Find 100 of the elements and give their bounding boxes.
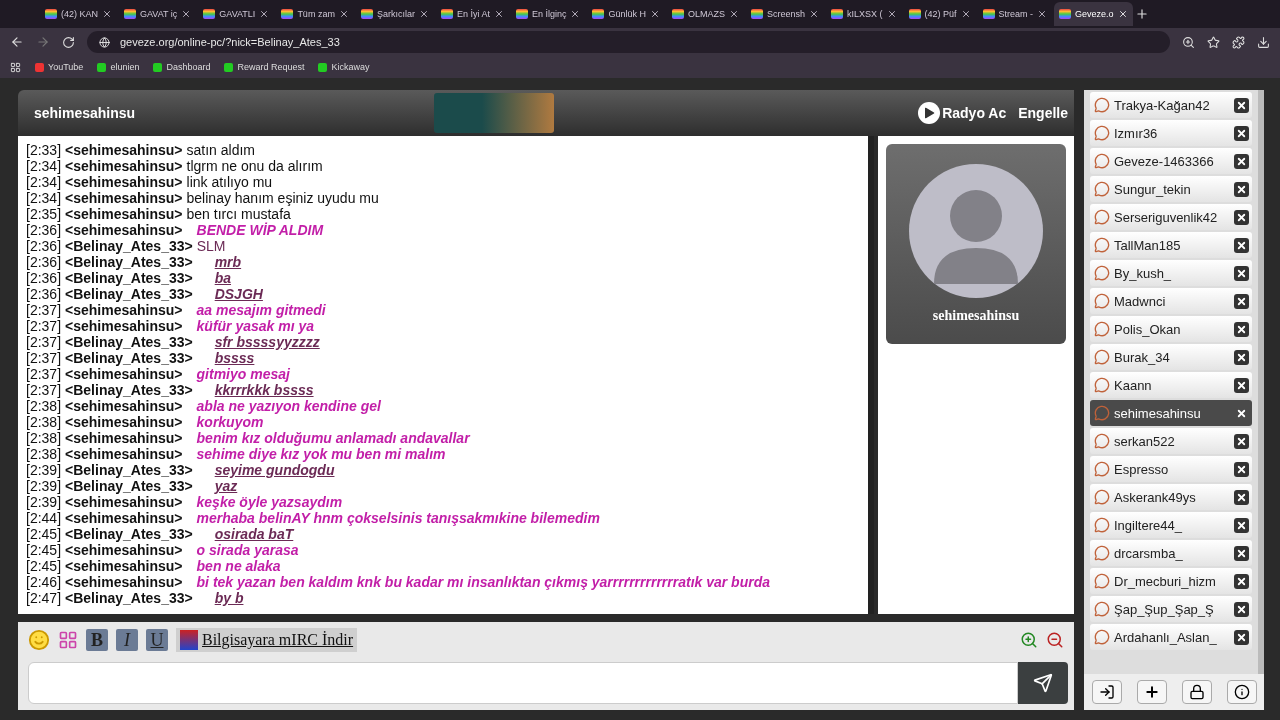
address-bar[interactable]: geveze.org/online-pc/?nick=Belinay_Ates_33 [87, 31, 1170, 53]
close-icon[interactable] [1234, 97, 1249, 113]
close-icon[interactable] [650, 9, 660, 19]
star-icon[interactable] [1207, 35, 1220, 49]
close-icon[interactable] [809, 9, 820, 19]
format-button[interactable]: B [86, 629, 108, 651]
header-link[interactable]: Engelle [1018, 105, 1068, 121]
browser-tab[interactable]: Screensh [746, 2, 825, 26]
close-icon[interactable] [102, 9, 112, 19]
close-icon[interactable] [1234, 349, 1249, 365]
browser-tab[interactable]: (42) KAN [40, 2, 117, 26]
close-icon[interactable] [181, 9, 192, 19]
bookmark[interactable]: YouTube [35, 62, 84, 72]
format-button[interactable]: I [116, 629, 138, 651]
close-icon[interactable] [1234, 517, 1249, 533]
browser-tab[interactable]: Geveze.o [1054, 2, 1133, 26]
user-item[interactable]: Kaann [1090, 372, 1252, 398]
browser-tab[interactable]: Günlük H [587, 2, 665, 26]
apps-icon[interactable] [10, 61, 21, 73]
new-tab-icon[interactable] [1134, 7, 1149, 21]
user-item[interactable]: Dr_mecburi_hizm [1090, 568, 1252, 594]
browser-tab[interactable]: kILXSX ( [826, 2, 902, 26]
close-icon[interactable] [1234, 601, 1249, 617]
add-button[interactable] [1136, 680, 1167, 704]
close-icon[interactable] [1234, 153, 1249, 169]
close-icon[interactable] [1234, 293, 1249, 309]
zoom-icon[interactable] [1182, 35, 1195, 49]
chat-bubble-icon [1094, 573, 1110, 589]
info-button[interactable] [1226, 680, 1257, 704]
bookmark[interactable]: Kickaway [318, 62, 370, 72]
user-item[interactable]: Ingiltere44_ [1090, 512, 1252, 538]
close-icon[interactable] [1234, 321, 1249, 337]
user-item[interactable]: serkan522 [1090, 428, 1252, 454]
browser-tab[interactable]: En İyi At [435, 2, 509, 26]
user-item[interactable]: Askerank49ys [1090, 484, 1252, 510]
user-item[interactable]: Sungur_tekin [1090, 176, 1252, 202]
close-icon[interactable] [1117, 9, 1128, 19]
lock-button[interactable] [1181, 680, 1212, 704]
close-icon[interactable] [338, 9, 349, 19]
bookmark[interactable]: Dashboard [153, 62, 211, 72]
close-icon[interactable] [570, 9, 581, 19]
close-icon[interactable] [729, 9, 739, 19]
forward-icon[interactable] [36, 35, 50, 49]
zoom-out-icon[interactable] [1046, 631, 1064, 649]
close-icon[interactable] [1037, 9, 1048, 19]
user-item[interactable]: drcarsmba_ [1090, 540, 1252, 566]
close-icon[interactable] [1234, 125, 1249, 141]
close-icon[interactable] [1234, 433, 1249, 449]
back-icon[interactable] [10, 35, 24, 49]
browser-tab[interactable]: En İlginç [510, 2, 586, 26]
close-icon[interactable] [1234, 181, 1249, 197]
user-item[interactable]: Geveze-1463366 [1090, 148, 1252, 174]
message-text: DSJGH [214, 286, 263, 302]
user-item[interactable]: Serseriguvenlik42 [1090, 204, 1252, 230]
header-link[interactable]: Radyo Ac [918, 102, 1007, 124]
close-icon[interactable] [259, 9, 270, 19]
browser-tab[interactable]: GAVAT iç [119, 2, 197, 26]
zoom-in-icon[interactable] [1020, 631, 1038, 649]
close-icon[interactable] [1234, 573, 1249, 589]
user-item[interactable]: Trakya-Kağan42 [1090, 92, 1252, 118]
close-icon[interactable] [1234, 377, 1249, 393]
ad-banner[interactable] [434, 93, 554, 133]
mirc-download-link[interactable]: Bilgisayara mIRC İndir [176, 628, 358, 652]
browser-tab[interactable]: Stream - [977, 2, 1053, 26]
color-grid-icon[interactable] [58, 630, 78, 650]
browser-tab[interactable]: OLMAZS [667, 2, 744, 26]
close-icon[interactable] [886, 9, 897, 19]
download-icon[interactable] [1257, 35, 1270, 49]
format-button[interactable]: U [146, 629, 168, 651]
user-item[interactable]: Izmır36 [1090, 120, 1252, 146]
user-item[interactable]: Madwnci [1090, 288, 1252, 314]
bookmark[interactable]: elunien [97, 62, 140, 72]
extensions-icon[interactable] [1232, 35, 1245, 49]
close-icon[interactable] [493, 9, 504, 19]
user-item[interactable]: By_kush_ [1090, 260, 1252, 286]
user-item[interactable]: sehimesahinsu [1090, 400, 1252, 426]
close-icon[interactable] [1234, 237, 1249, 253]
login-button[interactable] [1091, 680, 1122, 704]
send-button[interactable] [1018, 662, 1068, 704]
user-item[interactable]: Ardahanlı_Aslan_ [1090, 624, 1252, 650]
browser-tab[interactable]: GAVATLI [198, 2, 275, 26]
browser-tab[interactable]: Şarkıcılar [355, 2, 434, 26]
reload-icon[interactable] [62, 35, 75, 49]
user-item[interactable]: Polis_Okan [1090, 316, 1252, 342]
close-icon[interactable] [1234, 209, 1249, 225]
close-icon[interactable] [1234, 629, 1249, 645]
bookmark[interactable]: Reward Request [224, 62, 305, 72]
user-item[interactable]: TallMan185 [1090, 232, 1252, 258]
close-icon[interactable] [418, 9, 429, 19]
close-icon[interactable] [1234, 265, 1249, 281]
browser-tab[interactable]: Tüm zam [276, 2, 354, 26]
close-icon[interactable] [1234, 545, 1249, 561]
user-item[interactable]: Şap_Şup_Şap_Ş [1090, 596, 1252, 622]
close-icon[interactable] [1234, 489, 1249, 505]
close-icon[interactable] [960, 9, 971, 19]
close-icon[interactable] [1234, 461, 1249, 477]
message-input[interactable] [28, 662, 1018, 704]
user-item[interactable]: Burak_34 [1090, 344, 1252, 370]
browser-tab[interactable]: (42) Püf [903, 2, 976, 26]
user-item[interactable]: Espresso [1090, 456, 1252, 482]
